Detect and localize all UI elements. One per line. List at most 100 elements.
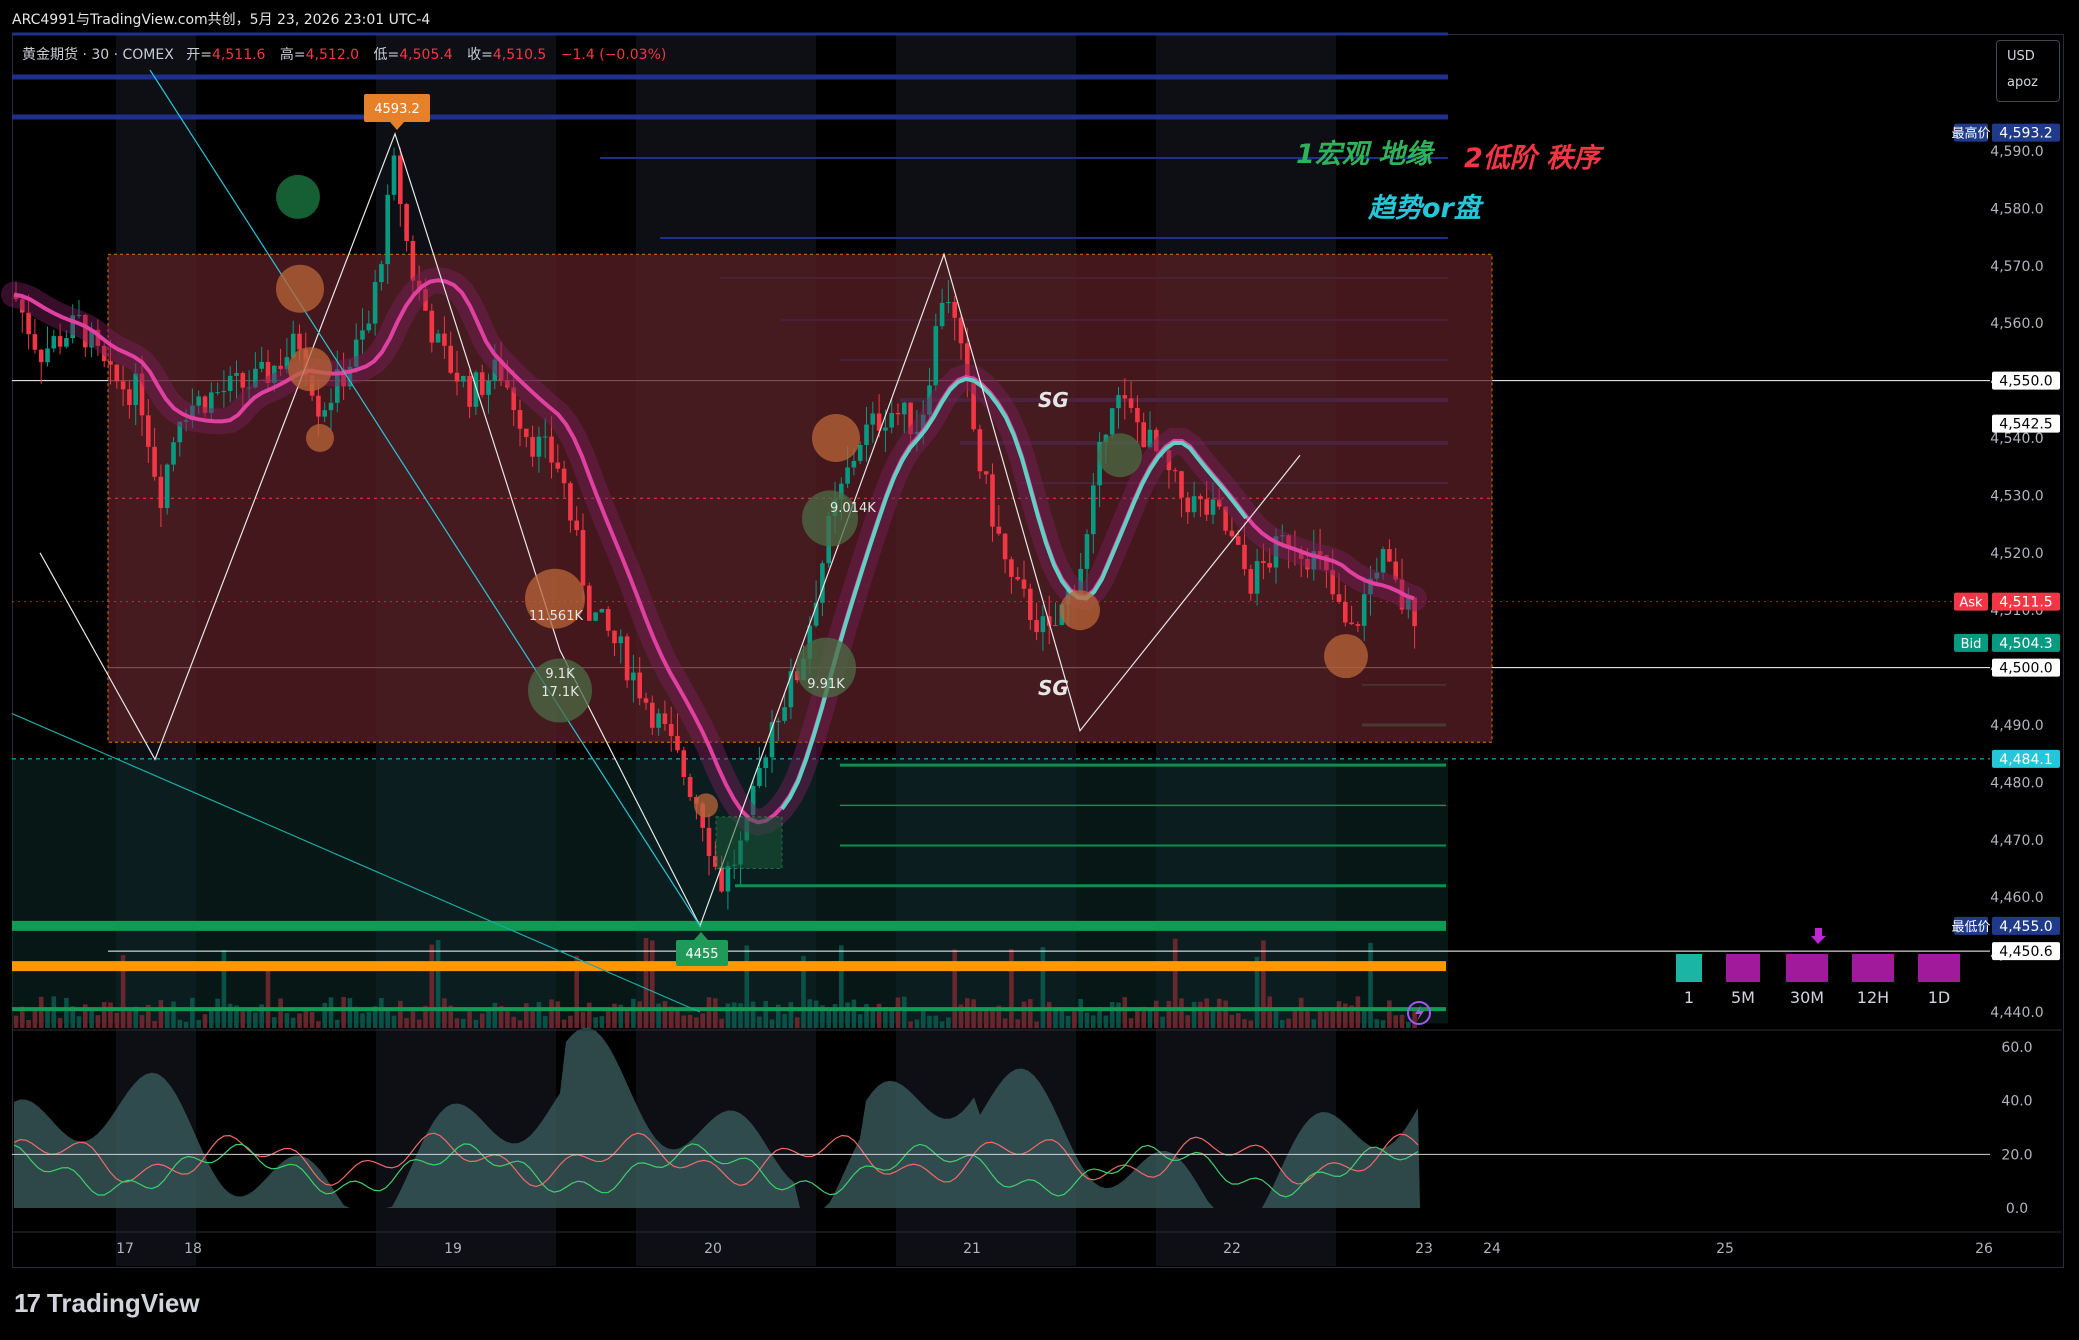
volume-bar xyxy=(662,1000,668,1028)
candle-body xyxy=(404,204,409,241)
volume-bar xyxy=(1292,1009,1298,1028)
volume-bar xyxy=(883,1011,888,1028)
candle-body xyxy=(158,476,164,509)
y-tick-label: 4,470.0 xyxy=(1990,833,2043,849)
candle-body xyxy=(561,468,567,484)
volume-bar xyxy=(360,1013,365,1028)
candle-body xyxy=(662,713,668,724)
volume-bar xyxy=(568,1015,573,1028)
volume-bar xyxy=(404,1017,409,1028)
timeframe-button-12h[interactable] xyxy=(1852,954,1894,982)
volume-bar xyxy=(719,1018,724,1028)
volume-bar xyxy=(1009,949,1014,1028)
osc-tick-label: 0.0 xyxy=(2006,1201,2028,1217)
volume-bar xyxy=(1412,1008,1417,1028)
volume-bar xyxy=(593,1017,598,1028)
candle-body xyxy=(1229,530,1235,537)
candle-body xyxy=(593,612,598,621)
volume-bar xyxy=(158,1000,164,1028)
volume-bar xyxy=(479,1013,485,1028)
candle-body xyxy=(895,412,901,415)
volume-bar xyxy=(1217,998,1222,1028)
candle-body xyxy=(1179,471,1184,498)
volume-bar xyxy=(1128,1018,1134,1028)
volume-bar xyxy=(1091,1015,1096,1028)
volume-bubble xyxy=(288,347,332,392)
currency-selector[interactable]: USD apoz xyxy=(1996,40,2060,102)
candle-body xyxy=(479,372,485,395)
volume-bar xyxy=(101,1002,107,1028)
candle-body xyxy=(227,375,233,392)
volume-bar xyxy=(1355,996,1361,1028)
x-tick-label: 23 xyxy=(1415,1241,1433,1257)
tradingview-logo[interactable]: 17 TradingView xyxy=(14,1288,200,1319)
volume-bar xyxy=(486,1010,491,1028)
volume-bar xyxy=(1034,1021,1039,1028)
timeframe-label-5m: 5M xyxy=(1731,988,1755,1007)
candle-body xyxy=(391,155,397,195)
timeframe-button-5m[interactable] xyxy=(1726,954,1760,982)
candle-body xyxy=(977,429,983,472)
volume-bar xyxy=(416,1019,422,1028)
price-chart[interactable]: 4,440.04,450.04,460.04,470.04,480.04,490… xyxy=(0,0,2079,1340)
price-label-value: 4,542.5 xyxy=(1999,417,2052,433)
volume-bar xyxy=(1116,1002,1121,1028)
volume-bar xyxy=(454,1018,460,1028)
candle-body xyxy=(316,395,321,417)
volume-bar xyxy=(971,999,976,1028)
volume-bar xyxy=(763,1000,768,1028)
x-tick-label: 22 xyxy=(1223,1241,1241,1257)
volume-bar xyxy=(297,1013,302,1028)
volume-bar xyxy=(757,1016,762,1028)
volume-bar xyxy=(946,1017,951,1028)
candle-body xyxy=(1122,395,1128,399)
volume-bar xyxy=(813,1000,819,1028)
candle-body xyxy=(939,302,945,327)
x-tick-label: 21 xyxy=(963,1241,981,1257)
candle-body xyxy=(933,326,939,386)
volume-bar xyxy=(599,1016,605,1028)
peak-tag-text: 4593.2 xyxy=(374,102,420,117)
volume-bar xyxy=(328,997,334,1028)
volume-bar xyxy=(171,1001,176,1028)
volume-bar xyxy=(1198,1001,1203,1028)
candle-body xyxy=(467,375,472,407)
volume-bar xyxy=(1072,1008,1077,1028)
volume-bar xyxy=(272,1017,277,1028)
volume-bar xyxy=(45,1011,50,1028)
price-label-value: 4,593.2 xyxy=(1999,126,2052,142)
volume-bar xyxy=(177,1019,183,1028)
volume-bar xyxy=(442,998,447,1028)
volume-bubble xyxy=(812,414,860,462)
candle-body xyxy=(851,460,857,468)
timeframe-button-1[interactable] xyxy=(1676,954,1702,982)
volume-bar xyxy=(738,1003,743,1028)
volume-bubble xyxy=(276,174,320,219)
candle-body xyxy=(1185,497,1191,513)
candle-body xyxy=(605,608,611,631)
y-tick-label: 4,570.0 xyxy=(1990,259,2043,275)
candle-body xyxy=(259,362,264,369)
candle-body xyxy=(675,735,680,751)
volume-bar xyxy=(908,1021,913,1028)
price-label-tag-text: 最高价 xyxy=(1951,126,1990,142)
candle-body xyxy=(1267,563,1272,568)
x-tick-label: 25 xyxy=(1716,1241,1734,1257)
volume-bar xyxy=(681,1015,687,1028)
volume-bar xyxy=(1028,999,1033,1028)
volume-bar xyxy=(1103,1015,1109,1028)
candle-body xyxy=(1349,622,1354,625)
candle-body xyxy=(1028,588,1033,620)
volume-bar xyxy=(127,1010,132,1028)
price-label-value: 4,500.0 xyxy=(1999,661,2052,677)
volume-bar xyxy=(95,1015,101,1028)
candle-body xyxy=(1128,398,1134,408)
candle-body xyxy=(725,865,731,892)
candle-body xyxy=(1336,594,1342,603)
timeframe-button-30m[interactable] xyxy=(1786,954,1828,982)
candle-body xyxy=(454,372,460,382)
timeframe-button-1d[interactable] xyxy=(1918,954,1960,982)
volume-bar xyxy=(1021,1001,1027,1028)
candle-body xyxy=(1109,408,1115,435)
ohlc-legend: 黄金期货 · 30 · COMEX 开=4,511.6 高=4,512.0 低=… xyxy=(22,44,676,64)
